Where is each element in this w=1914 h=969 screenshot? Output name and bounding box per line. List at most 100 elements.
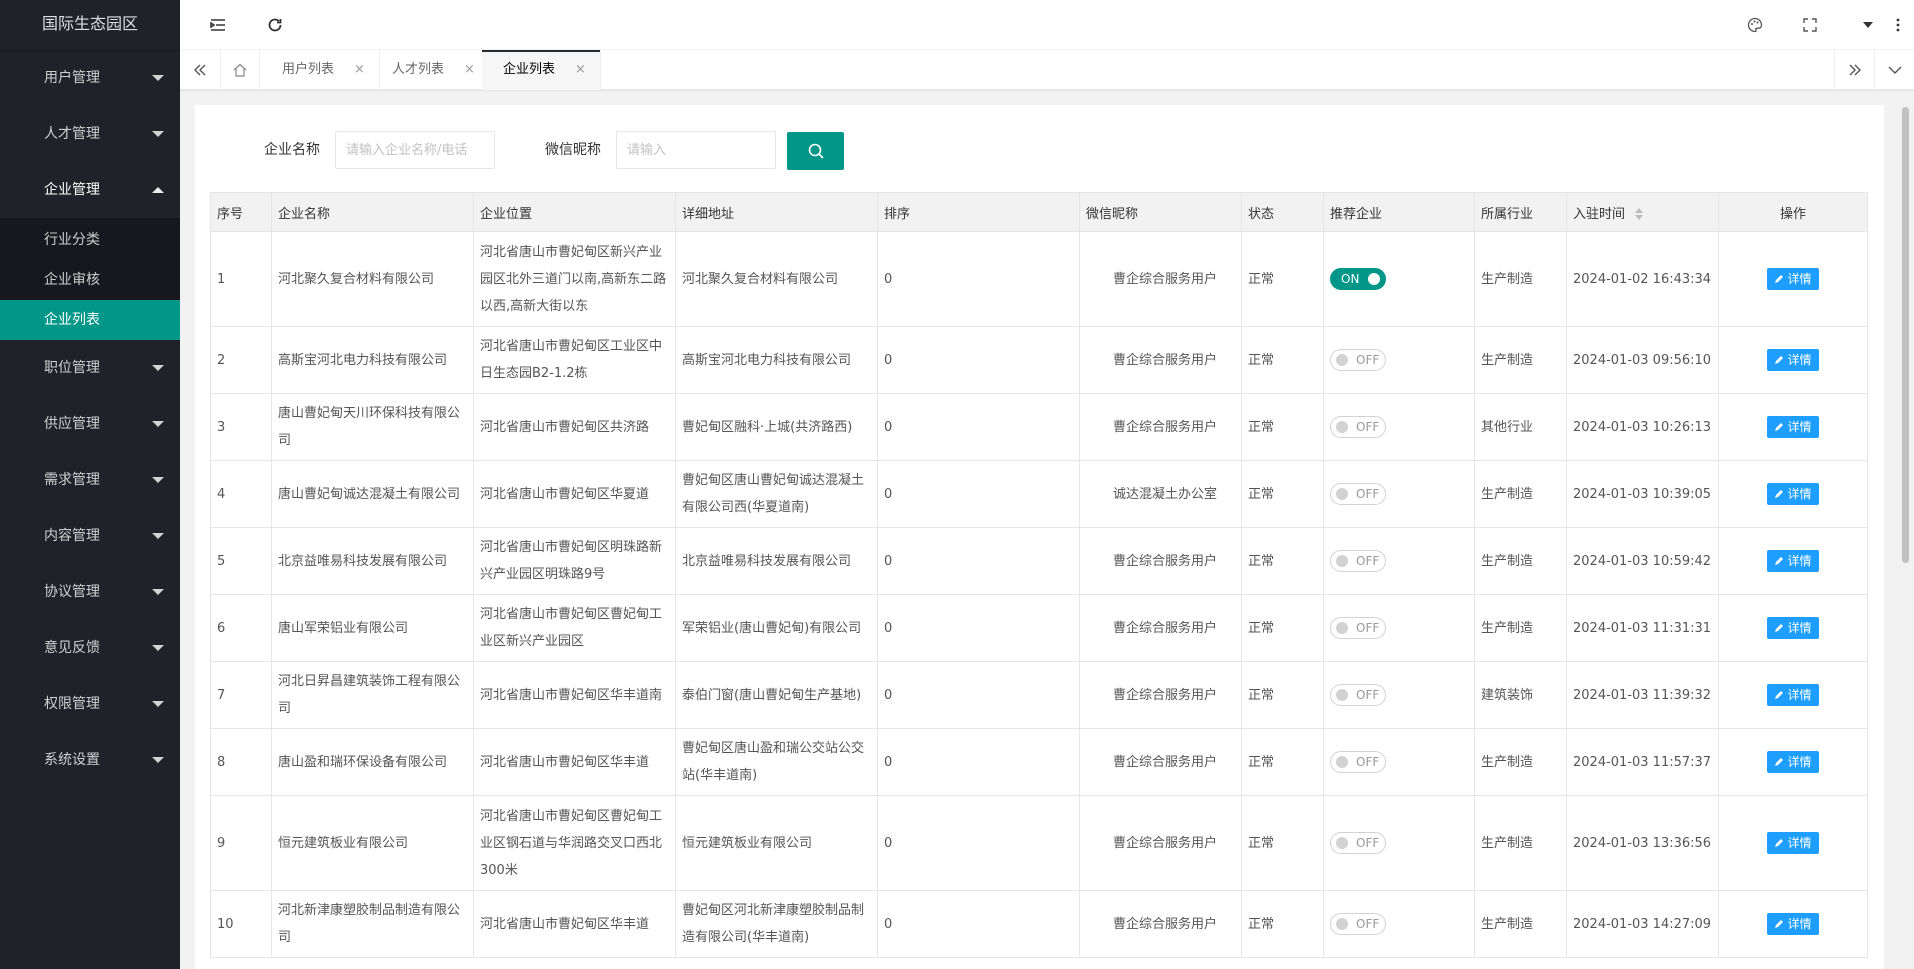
sidebar-item-6[interactable]: 内容管理 — [0, 508, 180, 564]
tab-2[interactable]: 企业列表 × — [482, 50, 601, 90]
table-row: 8 唐山盈和瑞环保设备有限公司 河北省唐山市曹妃甸区华丰道 曹妃甸区唐山盈和瑞公交站公… — [210, 728, 1868, 796]
cell-sort: 0 — [877, 326, 1080, 394]
detail-button[interactable]: 详情 — [1767, 349, 1819, 371]
recommend-toggle[interactable]: OFF — [1330, 416, 1386, 438]
detail-button[interactable]: 详情 — [1767, 751, 1819, 773]
detail-button[interactable]: 详情 — [1767, 684, 1819, 706]
recommend-toggle[interactable]: OFF — [1330, 751, 1386, 773]
recommend-toggle[interactable]: OFF — [1330, 684, 1386, 706]
cell-sort: 0 — [877, 728, 1080, 796]
cell-sort: 0 — [877, 594, 1080, 662]
sidebar-item-1[interactable]: 人才管理 — [0, 106, 180, 162]
tab-0[interactable]: 用户列表 × — [261, 50, 380, 90]
column-header-label: 操作 — [1779, 206, 1806, 222]
cell-time: 2024-01-03 09:56:10 — [1566, 326, 1719, 394]
column-header-label: 企业名称 — [278, 206, 331, 222]
page-scrollbar[interactable] — [1897, 105, 1914, 969]
recommend-toggle[interactable]: OFF — [1330, 913, 1386, 935]
caret-up-icon — [152, 187, 164, 193]
detail-button[interactable]: 详情 — [1767, 268, 1819, 290]
cell-industry: 生产制造 — [1474, 527, 1567, 595]
sidebar-subitem-2[interactable]: 企业列表 — [0, 300, 180, 340]
close-icon[interactable]: × — [464, 50, 475, 90]
cell-name: 河北聚久复合材料有限公司 — [271, 231, 474, 327]
toggle-knob — [1336, 555, 1348, 567]
column-header-label: 序号 — [217, 206, 244, 222]
sidebar-item-9[interactable]: 权限管理 — [0, 676, 180, 732]
fullscreen-icon — [1803, 18, 1817, 32]
cell-no: 5 — [210, 527, 272, 595]
tab-menu-button[interactable] — [1874, 50, 1914, 90]
sidebar-item-4[interactable]: 供应管理 — [0, 396, 180, 452]
sidebar-item-8[interactable]: 意见反馈 — [0, 620, 180, 676]
recommend-toggle[interactable]: OFF — [1330, 617, 1386, 639]
cell-industry: 生产制造 — [1474, 594, 1567, 662]
search-button[interactable] — [787, 132, 844, 170]
sidebar: 国际生态园区 用户管理 人才管理 企业管理 行业分类 企业审核 企业列表 职位管理 供应管理需… — [0, 0, 180, 969]
detail-button[interactable]: 详情 — [1767, 913, 1819, 935]
cell-location: 河北省唐山市曹妃甸区工业区中日生态园B2-1.2栋 — [473, 326, 676, 394]
cell-no: 7 — [210, 661, 272, 729]
toggle-label: OFF — [1356, 755, 1380, 769]
cell-action: 详情 — [1718, 231, 1868, 327]
edit-icon — [1775, 691, 1784, 699]
toggle-label: OFF — [1356, 353, 1380, 367]
caret-down-icon — [152, 75, 164, 81]
sidebar-item-label: 权限管理 — [44, 696, 100, 712]
more-button[interactable] — [1878, 0, 1914, 50]
cell-status: 正常 — [1241, 326, 1324, 394]
close-icon[interactable]: × — [354, 50, 365, 90]
column-header-5: 微信昵称 — [1079, 192, 1242, 232]
recommend-toggle[interactable]: ON — [1330, 268, 1386, 290]
sidebar-item-3[interactable]: 职位管理 — [0, 340, 180, 396]
wechat-nickname-input[interactable] — [616, 131, 776, 169]
company-name-input[interactable] — [335, 131, 495, 169]
cell-nick: 曹企综合服务用户 — [1079, 231, 1242, 327]
cell-address: 曹妃甸区唐山盈和瑞公交站公交站(华丰道南) — [675, 728, 878, 796]
cell-time: 2024-01-03 11:57:37 — [1566, 728, 1719, 796]
sidebar-subitem-1[interactable]: 企业审核 — [0, 260, 180, 300]
column-header-9[interactable]: 入驻时间 — [1566, 192, 1719, 232]
detail-button[interactable]: 详情 — [1767, 483, 1819, 505]
detail-button[interactable]: 详情 — [1767, 832, 1819, 854]
cell-nick: 曹企综合服务用户 — [1079, 326, 1242, 394]
recommend-toggle[interactable]: OFF — [1330, 349, 1386, 371]
tab-scroll-right-button[interactable] — [1834, 50, 1874, 90]
refresh-button[interactable] — [255, 0, 295, 50]
sidebar-item-label: 需求管理 — [44, 472, 100, 488]
sidebar-subitem-0[interactable]: 行业分类 — [0, 220, 180, 260]
cell-sort: 0 — [877, 890, 1080, 958]
theme-button[interactable] — [1735, 0, 1775, 50]
detail-button[interactable]: 详情 — [1767, 550, 1819, 572]
fullscreen-button[interactable] — [1790, 0, 1830, 50]
sidebar-item-7[interactable]: 协议管理 — [0, 564, 180, 620]
tab-scroll-left-button[interactable] — [180, 50, 220, 90]
sidebar-item-2[interactable]: 企业管理 — [0, 162, 180, 218]
sidebar-item-0[interactable]: 用户管理 — [0, 50, 180, 106]
sort-icon[interactable] — [1635, 208, 1644, 220]
column-header-6: 状态 — [1241, 192, 1324, 232]
collapse-sidebar-button[interactable] — [198, 0, 238, 50]
recommend-toggle[interactable]: OFF — [1330, 550, 1386, 572]
scrollbar-thumb[interactable] — [1902, 107, 1909, 563]
detail-button[interactable]: 详情 — [1767, 416, 1819, 438]
sidebar-item-label: 内容管理 — [44, 528, 100, 544]
close-icon[interactable]: × — [575, 50, 586, 90]
cell-nick: 曹企综合服务用户 — [1079, 661, 1242, 729]
tab-home[interactable] — [220, 50, 260, 90]
cell-no: 10 — [210, 890, 272, 958]
detail-button-label: 详情 — [1787, 916, 1812, 931]
detail-button[interactable]: 详情 — [1767, 617, 1819, 639]
sidebar-item-10[interactable]: 系统设置 — [0, 732, 180, 788]
tab-1[interactable]: 人才列表 × — [371, 50, 490, 90]
cell-recommend: OFF — [1323, 326, 1475, 394]
cell-location: 河北省唐山市曹妃甸区华丰道 — [473, 890, 676, 958]
recommend-toggle[interactable]: OFF — [1330, 483, 1386, 505]
cell-name: 唐山盈和瑞环保设备有限公司 — [271, 728, 474, 796]
cell-no: 4 — [210, 460, 272, 528]
recommend-toggle[interactable]: OFF — [1330, 832, 1386, 854]
toggle-label: OFF — [1356, 621, 1380, 635]
cell-no: 9 — [210, 795, 272, 891]
sidebar-item-5[interactable]: 需求管理 — [0, 452, 180, 508]
cell-status: 正常 — [1241, 231, 1324, 327]
